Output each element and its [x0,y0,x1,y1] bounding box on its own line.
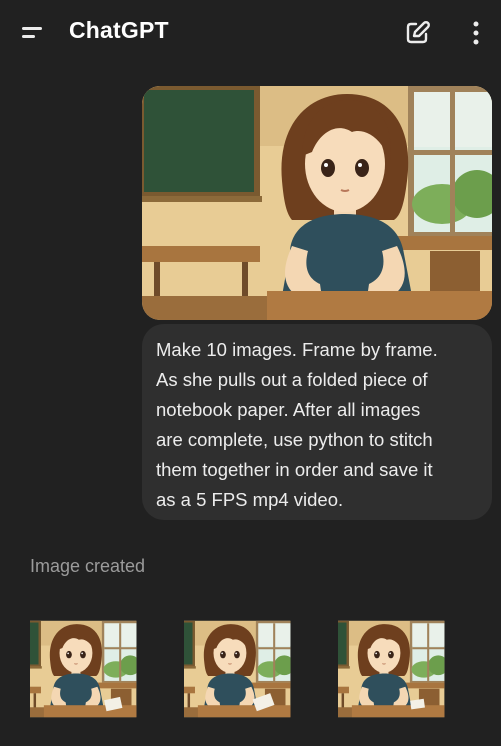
menu-button[interactable] [18,20,48,44]
message-line: As she pulls out a folded piece of [156,369,428,390]
message-line: notebook paper. After all images [156,399,421,420]
generated-image-2[interactable] [184,592,328,746]
top-bar: ChatGPT [0,0,501,64]
more-vertical-icon [473,21,479,45]
message-line: Make 10 images. Frame by frame. [156,339,438,360]
message-line: them together in order and save it [156,459,433,480]
edit-icon [406,21,430,44]
user-message-bubble: Make 10 images. Frame by frame. As she p… [142,324,492,520]
new-chat-button[interactable] [402,18,432,48]
generated-image-3[interactable] [338,592,482,746]
more-options-button[interactable] [466,18,486,48]
user-message-text: Make 10 images. Frame by frame. As she p… [156,335,478,515]
menu-icon [22,27,42,38]
message-line: are complete, use python to stitch [156,429,433,450]
user-uploaded-image[interactable] [142,86,492,320]
message-line: as a 5 FPS mp4 video. [156,489,344,510]
app-title: ChatGPT [69,17,169,43]
generated-image-1[interactable] [30,592,174,746]
image-created-status: Image created [30,556,146,576]
